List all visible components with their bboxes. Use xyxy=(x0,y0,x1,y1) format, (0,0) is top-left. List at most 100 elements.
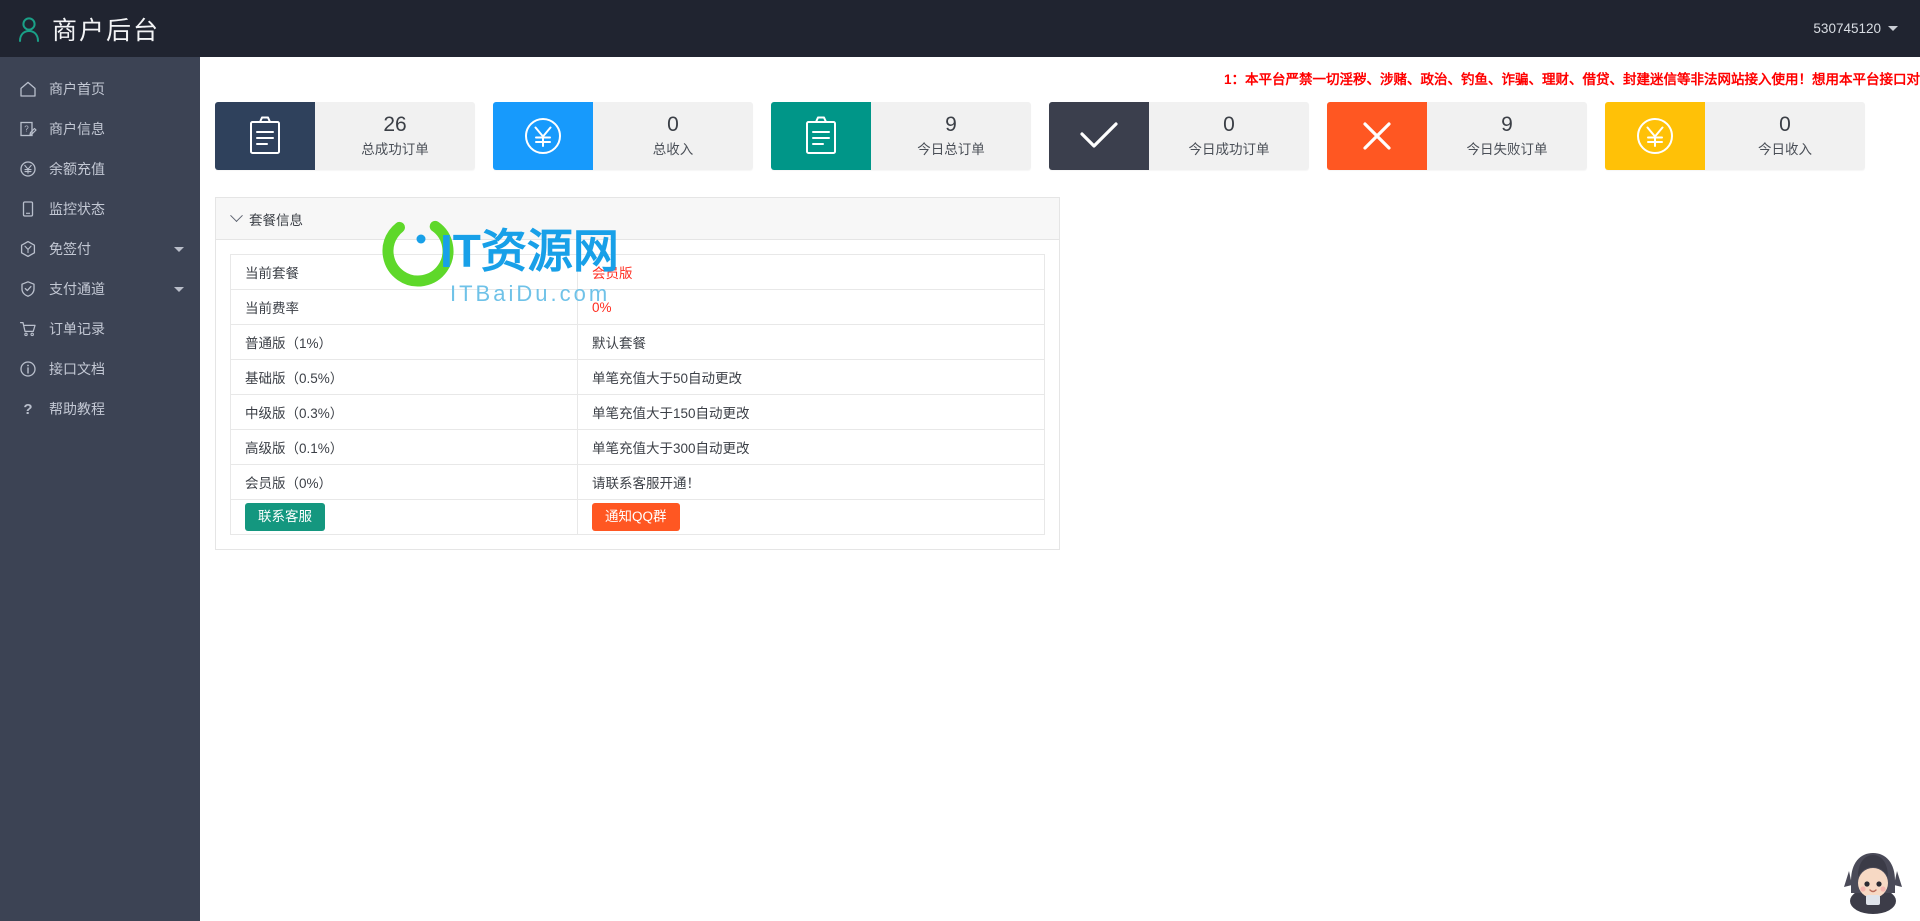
row-value: 0% xyxy=(577,289,1045,325)
yen-circle-icon xyxy=(1605,102,1705,170)
stat-card-body: 0 今日成功订单 xyxy=(1149,102,1309,170)
stat-card-today-income[interactable]: 0 今日收入 xyxy=(1605,102,1865,170)
table-row: 中级版（0.3%） 单笔充值大于150自动更改 xyxy=(230,394,1045,430)
stat-card-today-failed-orders[interactable]: 9 今日失败订单 xyxy=(1327,102,1587,170)
sidebar-item-api-docs[interactable]: 接口文档 xyxy=(0,349,200,389)
row-key: 高级版（0.1%） xyxy=(230,429,578,465)
sidebar: 商户首页 ? 商户信息 余额充值 监控状态 免签付 支付通道 订单记录 接口文档… xyxy=(0,57,200,921)
row-value: 单笔充值大于150自动更改 xyxy=(577,394,1045,430)
close-icon xyxy=(1327,102,1427,170)
cube-icon xyxy=(18,239,38,259)
contact-support-cell: 联系客服 xyxy=(230,499,578,535)
row-key: 会员版（0%） xyxy=(230,464,578,500)
table-row: 高级版（0.1%） 单笔充值大于300自动更改 xyxy=(230,429,1045,465)
account-id: 530745120 xyxy=(1813,21,1881,36)
sidebar-item-label: 监控状态 xyxy=(49,201,105,217)
package-info-panel: 套餐信息 当前套餐 会员版 当前费率 0% 普通版（1%） 默认套餐 基础版（0… xyxy=(215,197,1060,550)
sidebar-item-label: 商户首页 xyxy=(49,81,105,97)
sidebar-top-spacer xyxy=(0,57,200,69)
main-content: 1：本平台严禁一切淫秽、涉赌、政治、钓鱼、诈骗、理财、借贷、封建迷信等非法网站接… xyxy=(200,57,1920,921)
sidebar-item-order-records[interactable]: 订单记录 xyxy=(0,309,200,349)
row-value: 单笔充值大于50自动更改 xyxy=(577,359,1045,395)
sidebar-item-payment-channel[interactable]: 支付通道 xyxy=(0,269,200,309)
clipboard-icon xyxy=(771,102,871,170)
stat-card-today-total-orders[interactable]: 9 今日总订单 xyxy=(771,102,1031,170)
sidebar-item-signfree-pay[interactable]: 免签付 xyxy=(0,229,200,269)
brand[interactable]: 商户后台 xyxy=(0,11,200,47)
row-key: 当前费率 xyxy=(230,289,578,325)
stat-card-body: 9 今日总订单 xyxy=(871,102,1031,170)
shield-check-icon xyxy=(18,279,38,299)
table-row: 基础版（0.5%） 单笔充值大于50自动更改 xyxy=(230,359,1045,395)
account-menu[interactable]: 530745120 xyxy=(1813,21,1920,36)
stat-card-body: 9 今日失败订单 xyxy=(1427,102,1587,170)
edit-profile-icon: ? xyxy=(18,119,38,139)
panel-title: 套餐信息 xyxy=(249,212,303,228)
stat-label: 今日总订单 xyxy=(917,142,985,158)
clipboard-icon xyxy=(215,102,315,170)
yen-circle-icon xyxy=(18,159,38,179)
svg-text:?: ? xyxy=(23,401,32,418)
contact-support-button[interactable]: 联系客服 xyxy=(245,502,325,532)
sidebar-item-label: 帮助教程 xyxy=(49,401,105,417)
stat-label: 今日成功订单 xyxy=(1188,142,1270,158)
sidebar-item-label: 订单记录 xyxy=(49,321,105,337)
stat-label: 今日失败订单 xyxy=(1466,142,1548,158)
stat-card-today-success-orders[interactable]: 0 今日成功订单 xyxy=(1049,102,1309,170)
info-circle-icon xyxy=(18,359,38,379)
cart-icon xyxy=(18,319,38,339)
sidebar-item-label: 余额充值 xyxy=(49,161,105,177)
sidebar-item-recharge[interactable]: 余额充值 xyxy=(0,149,200,189)
mascot-icon[interactable] xyxy=(1836,841,1910,915)
stat-value: 0 xyxy=(667,112,679,136)
chevron-down-icon xyxy=(174,287,184,292)
stat-cards: 26 总成功订单 0 总收入 9 今日总订单 0 今日成功订单 9 今日失败订单… xyxy=(215,102,1865,170)
row-key: 普通版（1%） xyxy=(230,324,578,360)
row-value: 请联系客服开通！ xyxy=(577,464,1045,500)
sidebar-item-label: 接口文档 xyxy=(49,361,105,377)
yen-circle-icon xyxy=(493,102,593,170)
panel-body: 当前套餐 会员版 当前费率 0% 普通版（1%） 默认套餐 基础版（0.5%） … xyxy=(216,240,1059,549)
stat-value: 9 xyxy=(1501,112,1513,136)
stat-card-body: 0 总收入 xyxy=(593,102,753,170)
row-key: 当前套餐 xyxy=(230,254,578,290)
sidebar-item-help-tutorial[interactable]: ? 帮助教程 xyxy=(0,389,200,429)
row-key: 中级版（0.3%） xyxy=(230,394,578,430)
notify-qq-group-button[interactable]: 通知QQ群 xyxy=(592,502,680,532)
home-icon xyxy=(18,79,38,99)
sidebar-item-monitor-status[interactable]: 监控状态 xyxy=(0,189,200,229)
stat-label: 今日收入 xyxy=(1758,142,1812,158)
top-bar: 商户后台 530745120 xyxy=(0,0,1920,57)
stat-value: 0 xyxy=(1223,112,1235,136)
user-icon xyxy=(16,15,42,43)
app-title: 商户后台 xyxy=(52,16,161,45)
stat-value: 26 xyxy=(383,112,407,136)
chevron-down-icon xyxy=(174,247,184,252)
platform-notice: 1：本平台严禁一切淫秽、涉赌、政治、钓鱼、诈骗、理财、借贷、封建迷信等非法网站接… xyxy=(1223,72,1920,87)
row-value: 会员版 xyxy=(577,254,1045,290)
stat-card-total-income[interactable]: 0 总收入 xyxy=(493,102,753,170)
chevron-down-icon xyxy=(1888,26,1898,31)
panel-collapse-toggle[interactable]: 套餐信息 xyxy=(216,198,1059,240)
chevron-down-icon xyxy=(230,209,243,223)
sidebar-item-label: 支付通道 xyxy=(49,281,105,297)
table-row-actions: 联系客服 通知QQ群 xyxy=(230,499,1045,535)
check-icon xyxy=(1049,102,1149,170)
row-key: 基础版（0.5%） xyxy=(230,359,578,395)
stat-value: 9 xyxy=(945,112,957,136)
mobile-icon xyxy=(18,199,38,219)
sidebar-item-home[interactable]: 商户首页 xyxy=(0,69,200,109)
row-value: 默认套餐 xyxy=(577,324,1045,360)
qq-group-cell: 通知QQ群 xyxy=(577,499,1045,535)
question-mark-icon: ? xyxy=(18,399,38,419)
sidebar-item-label: 商户信息 xyxy=(49,121,105,137)
table-row: 当前费率 0% xyxy=(230,289,1045,325)
table-row: 当前套餐 会员版 xyxy=(230,254,1045,290)
sidebar-item-merchant-info[interactable]: ? 商户信息 xyxy=(0,109,200,149)
stat-value: 0 xyxy=(1779,112,1791,136)
svg-text:?: ? xyxy=(24,125,29,134)
package-info-table: 当前套餐 会员版 当前费率 0% 普通版（1%） 默认套餐 基础版（0.5%） … xyxy=(230,254,1045,535)
stat-card-total-success-orders[interactable]: 26 总成功订单 xyxy=(215,102,475,170)
table-row: 会员版（0%） 请联系客服开通！ xyxy=(230,464,1045,500)
sidebar-item-label: 免签付 xyxy=(49,241,91,257)
